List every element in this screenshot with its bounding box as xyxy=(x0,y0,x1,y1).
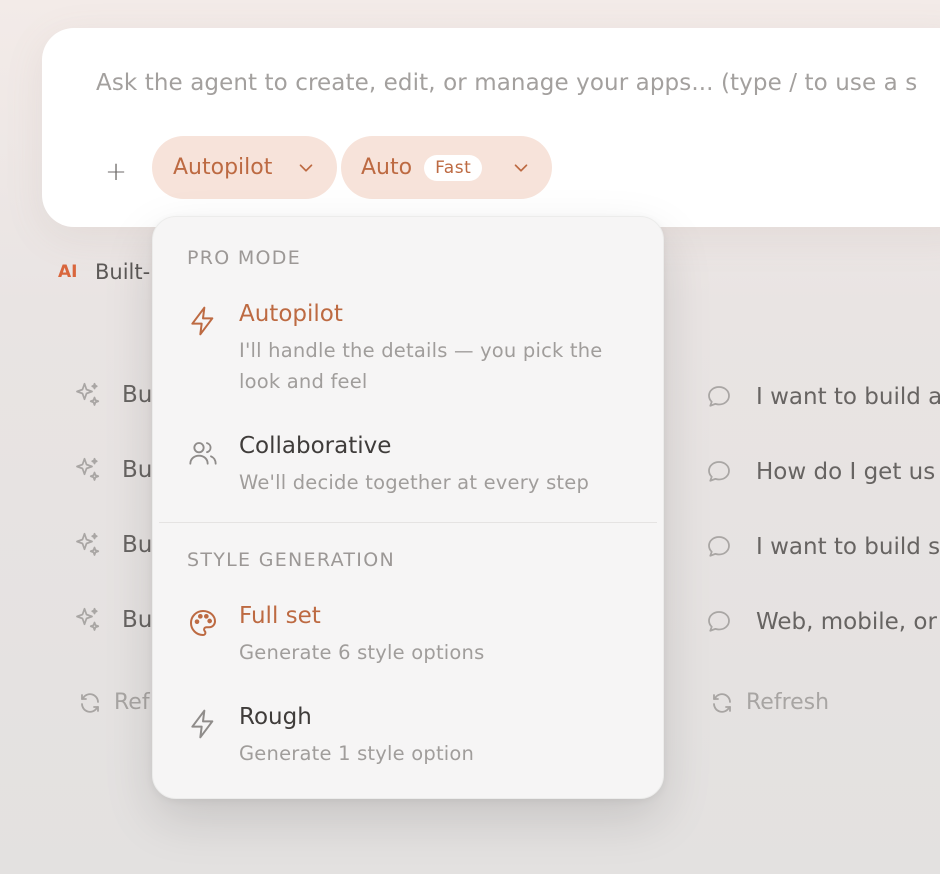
mode-dropdown-menu: PRO MODE Autopilot I'll handle the detai… xyxy=(152,216,664,799)
chat-bubble-icon xyxy=(708,386,730,407)
composer-card: Ask the agent to create, edit, or manage… xyxy=(42,28,940,227)
refresh-icon xyxy=(81,692,99,713)
refresh-label: Refresh xyxy=(746,690,830,715)
suggestion-text: Bu xyxy=(122,457,153,483)
suggestion-item[interactable]: Bu xyxy=(72,380,152,410)
menu-item-rough[interactable]: Rough Generate 1 style option xyxy=(187,704,643,774)
chat-bubble-icon xyxy=(708,536,730,557)
prompt-input[interactable]: Ask the agent to create, edit, or manage… xyxy=(96,70,917,96)
suggestion-item[interactable]: Bu xyxy=(72,530,152,560)
suggestion-item[interactable]: How do I get us xyxy=(704,457,935,487)
menu-item-description: Generate 1 style option xyxy=(239,742,475,765)
sparkle-icon xyxy=(76,382,100,406)
menu-item-description: Generate 6 style options xyxy=(239,641,485,664)
refresh-icon xyxy=(713,692,731,713)
model-selector-label: Auto xyxy=(361,155,413,180)
mode-selector-label: Autopilot xyxy=(173,155,273,180)
lightning-icon xyxy=(191,709,214,739)
palette-icon xyxy=(190,610,216,636)
lightning-icon xyxy=(191,306,214,336)
speed-badge: Fast xyxy=(424,154,483,181)
add-attachment-button[interactable]: + xyxy=(96,152,136,192)
refresh-button-right[interactable]: Refresh xyxy=(710,690,829,715)
chevron-down-icon xyxy=(514,163,528,172)
menu-item-autopilot[interactable]: Autopilot I'll handle the details — you … xyxy=(187,301,643,401)
menu-item-description: We'll decide together at every step xyxy=(239,471,590,494)
menu-item-title: Rough xyxy=(239,704,312,730)
menu-item-description: I'll handle the details — you pick the l… xyxy=(239,339,603,393)
suggestion-text: Bu xyxy=(122,532,153,558)
suggestion-item[interactable]: Web, mobile, or xyxy=(704,607,937,637)
chat-bubble-icon xyxy=(708,611,730,632)
chat-bubble-icon xyxy=(708,461,730,482)
suggestion-text: How do I get us xyxy=(756,459,936,485)
sparkle-icon xyxy=(76,607,100,631)
suggestion-text: Bu xyxy=(122,382,153,408)
suggestion-text: I want to build s xyxy=(756,534,940,560)
ai-tag: AI xyxy=(58,262,78,282)
users-icon xyxy=(189,442,217,465)
section-header-pro-mode: PRO MODE xyxy=(187,247,302,269)
refresh-button-left[interactable]: Ref xyxy=(78,690,150,715)
menu-item-collaborative[interactable]: Collaborative We'll decide together at e… xyxy=(187,433,643,503)
model-selector-button[interactable]: Auto Fast xyxy=(341,136,552,199)
chevron-down-icon xyxy=(299,163,313,172)
suggestion-item[interactable]: I want to build a xyxy=(704,382,940,412)
refresh-label: Ref xyxy=(114,690,150,715)
menu-divider xyxy=(159,522,657,523)
suggestion-item[interactable]: I want to build s xyxy=(704,532,940,562)
suggestion-item[interactable]: Bu xyxy=(72,605,152,635)
menu-item-full-set[interactable]: Full set Generate 6 style options xyxy=(187,603,643,673)
suggestion-text: Web, mobile, or xyxy=(756,609,937,635)
menu-item-title: Autopilot xyxy=(239,301,343,327)
sparkle-icon xyxy=(76,457,100,481)
suggestion-text: I want to build a xyxy=(756,384,940,410)
mode-selector-button[interactable]: Autopilot xyxy=(152,136,337,199)
section-header-style-generation: STYLE GENERATION xyxy=(187,549,395,571)
builtin-label: Built- xyxy=(95,260,151,284)
menu-item-title: Full set xyxy=(239,603,321,629)
menu-item-title: Collaborative xyxy=(239,433,392,459)
sparkle-icon xyxy=(76,532,100,556)
suggestion-text: Bu xyxy=(122,607,153,633)
suggestion-item[interactable]: Bu xyxy=(72,455,152,485)
